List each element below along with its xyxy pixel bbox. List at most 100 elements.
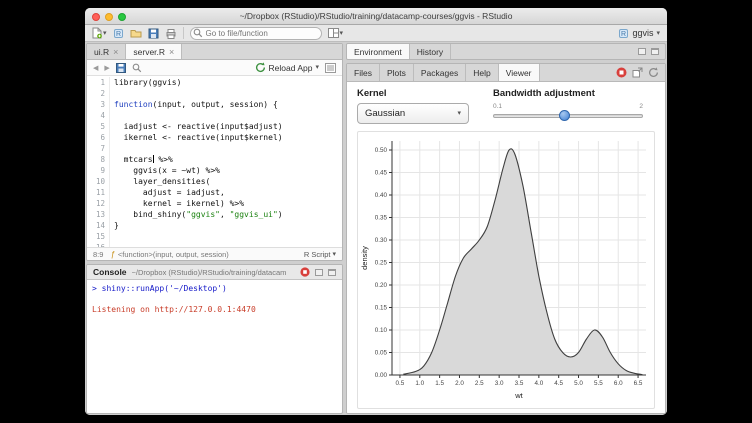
code-line[interactable]: 2 [87, 88, 342, 99]
line-number: 11 [87, 187, 110, 198]
new-project-icon: R [113, 28, 124, 39]
line-number: 14 [87, 220, 110, 231]
new-project-button[interactable]: R [113, 28, 124, 39]
tab-history[interactable]: History [410, 44, 451, 59]
maximize-pane-icon[interactable] [328, 269, 336, 276]
code-line[interactable]: 11 adjust = iadjust, [87, 187, 342, 198]
caret-down-icon: ▾ [340, 30, 344, 37]
density-plot: 0.51.01.52.02.53.03.54.04.55.05.56.06.50… [357, 131, 655, 409]
code-line[interactable]: 3function(input, output, session) { [87, 99, 342, 110]
slider-handle[interactable] [559, 110, 570, 121]
open-file-button[interactable] [130, 28, 142, 38]
tab-environment[interactable]: Environment [347, 44, 410, 59]
rstudio-window: ~/Dropbox (RStudio)/RStudio/training/dat… [85, 8, 667, 415]
tab-packages[interactable]: Packages [414, 64, 466, 81]
bandwidth-slider[interactable]: 0.1 2 [493, 105, 643, 126]
search-icon [193, 28, 203, 38]
code-line[interactable]: 10 layer_densities( [87, 176, 342, 187]
code-line[interactable]: 8 mtcars %>% [87, 154, 342, 165]
project-icon: R [618, 28, 629, 39]
new-file-icon [92, 27, 102, 39]
code-line[interactable]: 4 [87, 110, 342, 121]
code-line[interactable]: 1library(ggvis) [87, 77, 342, 88]
save-icon[interactable] [116, 63, 126, 73]
environment-history-pane: Environment History [346, 43, 666, 60]
minimize-pane-icon[interactable] [315, 269, 323, 276]
tab-label: Packages [421, 68, 458, 78]
tab-plots[interactable]: Plots [380, 64, 414, 81]
source-menu-icon[interactable] [325, 63, 336, 73]
tab-help[interactable]: Help [466, 64, 498, 81]
panes-button[interactable]: ▾ [328, 28, 344, 38]
line-number: 7 [87, 143, 110, 154]
code-line[interactable]: 14} [87, 220, 342, 231]
svg-text:0.45: 0.45 [375, 170, 388, 177]
svg-text:0.10: 0.10 [375, 327, 388, 334]
refresh-icon[interactable] [648, 67, 659, 78]
kernel-select[interactable]: Gaussian ▾ [357, 103, 469, 124]
goto-file-input[interactable] [190, 27, 322, 40]
find-icon[interactable] [132, 63, 142, 73]
tab-viewer[interactable]: Viewer [499, 64, 540, 81]
svg-text:0.00: 0.00 [375, 372, 388, 379]
code-editor[interactable]: 1library(ggvis)23function(input, output,… [87, 76, 342, 247]
close-tab-icon[interactable]: × [169, 47, 174, 57]
forward-icon[interactable]: ▶ [104, 64, 109, 72]
tab-label: server.R [133, 47, 165, 57]
svg-text:3.0: 3.0 [495, 380, 504, 387]
code-line[interactable]: 5 iadjust <- reactive(input$adjust) [87, 121, 342, 132]
minimize-pane-icon[interactable] [638, 48, 646, 55]
tab-label: ui.R [94, 47, 109, 57]
console-line: > shiny::runApp('~/Desktop') [92, 284, 337, 295]
line-number: 12 [87, 198, 110, 209]
zoom-window-button[interactable] [118, 13, 126, 21]
kernel-label: Kernel [357, 88, 469, 99]
console-output[interactable]: > shiny::runApp('~/Desktop') Listening o… [87, 280, 342, 413]
svg-text:2.0: 2.0 [455, 380, 464, 387]
tab-files[interactable]: Files [347, 64, 380, 81]
open-folder-icon [130, 28, 142, 38]
code-line[interactable]: 13 bind_shiny("ggvis", "ggvis_ui") [87, 209, 342, 220]
close-window-button[interactable] [92, 13, 100, 21]
back-icon[interactable]: ◀ [93, 64, 98, 72]
caret-down-icon: ▾ [656, 30, 660, 37]
minimize-window-button[interactable] [105, 13, 113, 21]
doc-type-selector[interactable]: R Script ▾ [304, 250, 336, 259]
code-line[interactable]: 7 [87, 143, 342, 154]
code-line[interactable]: 6 ikernel <- reactive(input$kernel) [87, 132, 342, 143]
editor-tab-server-r[interactable]: server.R × [126, 44, 182, 59]
tab-label: Files [354, 68, 372, 78]
open-in-new-window-icon[interactable] [632, 67, 643, 78]
goto-file-search[interactable] [190, 27, 322, 40]
print-icon [165, 28, 177, 39]
doc-type-label: R Script [304, 250, 331, 259]
svg-text:0.35: 0.35 [375, 215, 388, 222]
editor-toolbar: ◀ ▶ Reload App ▾ [87, 60, 342, 76]
editor-tab-ui-r[interactable]: ui.R × [87, 44, 126, 59]
print-button[interactable] [165, 28, 177, 39]
svg-text:density: density [360, 246, 369, 270]
new-file-button[interactable]: ▾ [92, 27, 107, 39]
console-working-dir: ~/Dropbox (RStudio)/RStudio/training/dat… [132, 268, 295, 277]
reload-app-button[interactable]: Reload App ▾ [255, 62, 319, 73]
close-tab-icon[interactable]: × [113, 47, 118, 57]
console-tab-label[interactable]: Console [93, 267, 127, 277]
tab-label: Environment [354, 47, 402, 57]
save-button[interactable] [148, 28, 159, 39]
line-number: 10 [87, 176, 110, 187]
svg-text:0.15: 0.15 [375, 305, 388, 312]
maximize-pane-icon[interactable] [651, 48, 659, 55]
code-line[interactable]: 15 [87, 231, 342, 242]
project-menu-button[interactable]: R ggvis ▾ [618, 28, 660, 39]
viewer-pane: Files Plots Packages HelpViewer Kernel Gaus… [346, 63, 666, 414]
line-number: 2 [87, 88, 110, 99]
function-icon: ƒ [110, 250, 114, 259]
code-line[interactable]: 12 kernel = ikernel) %>% [87, 198, 342, 209]
stop-icon[interactable] [300, 267, 310, 277]
scope-indicator[interactable]: ƒ <function>(input, output, session) [110, 250, 228, 259]
code-line[interactable]: 9 ggvis(x = ~wt) %>% [87, 165, 342, 176]
scope-label: <function>(input, output, session) [118, 250, 229, 259]
svg-text:4.0: 4.0 [534, 380, 543, 387]
workspace: ui.R × server.R × ◀ ▶ Reload App ▾ 1library… [85, 42, 667, 415]
stop-app-icon[interactable] [616, 67, 627, 78]
